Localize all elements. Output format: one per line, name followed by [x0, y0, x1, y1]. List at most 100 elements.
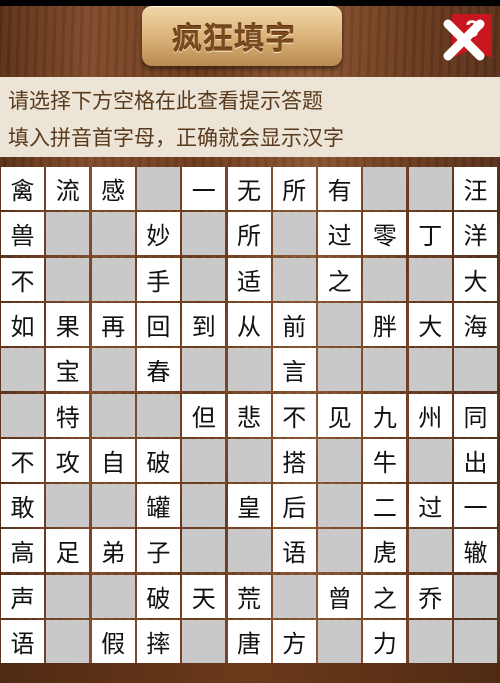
grid-cell-letter: 假	[91, 620, 135, 663]
grid-cell-letter: 过	[408, 484, 452, 528]
grid-cell-letter: 摔	[136, 620, 180, 663]
grid-cell-blank[interactable]	[408, 438, 452, 482]
grid-cell-blank[interactable]	[272, 574, 316, 618]
grid-cell-blank[interactable]	[408, 257, 452, 301]
grid-cell-letter: 丁	[408, 212, 452, 256]
grid-cell-blank[interactable]	[272, 212, 316, 256]
grid-cell-blank[interactable]	[91, 348, 135, 392]
grid-cell-letter: 二	[363, 484, 407, 528]
grid-cell-letter: 但	[182, 393, 226, 437]
grid-cell-letter: 特	[46, 393, 90, 437]
grid-cell-blank[interactable]	[91, 484, 135, 528]
bottom-wood-strip	[0, 663, 500, 683]
grid-cell-blank[interactable]	[91, 393, 135, 437]
grid-cell-letter: 前	[272, 302, 316, 346]
grid-cell-blank[interactable]	[454, 574, 497, 618]
grid-cell-blank[interactable]	[46, 257, 90, 301]
close-x-icon	[443, 19, 485, 61]
grid-cell-letter: 感	[91, 167, 135, 210]
grid-cell-letter: 胖	[363, 302, 407, 346]
grid-cell-letter: 如	[1, 302, 44, 346]
grid-cell-blank[interactable]	[227, 529, 271, 573]
grid-cell-blank[interactable]	[408, 529, 452, 573]
grid-cell-blank[interactable]	[91, 574, 135, 618]
grid-cell-blank[interactable]	[408, 620, 452, 663]
grid-cell-letter: 破	[136, 574, 180, 618]
grid-cell-blank[interactable]	[408, 167, 452, 210]
grid-cell-letter: 果	[46, 302, 90, 346]
grid-cell-blank[interactable]	[182, 438, 226, 482]
grid-cell-blank[interactable]	[182, 529, 226, 573]
grid-cell-letter: 洋	[454, 212, 497, 256]
grid-cell-letter: 虎	[363, 529, 407, 573]
grid-cell-letter: 唐	[227, 620, 271, 663]
grid-cell-letter: 春	[136, 348, 180, 392]
grid-cell-blank[interactable]	[182, 620, 226, 663]
grid-cell-blank[interactable]	[46, 574, 90, 618]
grid-cell-blank[interactable]	[363, 167, 407, 210]
grid-cell-blank[interactable]	[318, 529, 362, 573]
grid-cell-letter: 子	[136, 529, 180, 573]
grid-cell-blank[interactable]	[363, 348, 407, 392]
grid-cell-blank[interactable]	[318, 348, 362, 392]
grid-cell-letter: 乔	[408, 574, 452, 618]
grid-cell-letter: 敢	[1, 484, 44, 528]
hint-line-1: 请选择下方空格在此查看提示答题	[8, 89, 323, 113]
grid-cell-letter: 大	[454, 257, 497, 301]
grid-cell-letter: 破	[136, 438, 180, 482]
grid-cell-letter: 大	[408, 302, 452, 346]
grid-cell-blank[interactable]	[182, 257, 226, 301]
grid-cell-blank[interactable]	[272, 257, 316, 301]
grid-cell-blank[interactable]	[46, 620, 90, 663]
grid-cell-blank[interactable]	[318, 484, 362, 528]
grid-cell-letter: 荒	[227, 574, 271, 618]
grid-cell-letter: 罐	[136, 484, 180, 528]
grid-cell-letter: 回	[136, 302, 180, 346]
grid-cell-blank[interactable]	[1, 348, 44, 392]
grid-cell-letter: 九	[363, 393, 407, 437]
grid-cell-blank[interactable]	[91, 212, 135, 256]
grid-cell-blank[interactable]	[454, 348, 497, 392]
grid-cell-letter: 手	[136, 257, 180, 301]
close-button[interactable]	[438, 14, 490, 66]
grid-cell-blank[interactable]	[318, 438, 362, 482]
grid-cell-letter: 禽	[1, 167, 44, 210]
grid-cell-blank[interactable]	[454, 620, 497, 663]
grid-cell-letter: 语	[1, 620, 44, 663]
grid-cell-letter: 曾	[318, 574, 362, 618]
grid-cell-blank[interactable]	[136, 167, 180, 210]
grid-cell-letter: 流	[46, 167, 90, 210]
grid-cell-letter: 一	[182, 167, 226, 210]
grid-cell-blank[interactable]	[227, 348, 271, 392]
grid-cell-letter: 弟	[91, 529, 135, 573]
grid-cell-blank[interactable]	[46, 484, 90, 528]
grid-cell-blank[interactable]	[136, 393, 180, 437]
grid-cell-blank[interactable]	[408, 348, 452, 392]
grid-cell-letter: 州	[408, 393, 452, 437]
grid-cell-letter: 言	[272, 348, 316, 392]
grid-cell-letter: 零	[363, 212, 407, 256]
grid-cell-letter: 出	[454, 438, 497, 482]
grid-cell-blank[interactable]	[363, 257, 407, 301]
grid-cell-blank[interactable]	[182, 348, 226, 392]
grid-cell-letter: 见	[318, 393, 362, 437]
grid-cell-letter: 攻	[46, 438, 90, 482]
grid-cell-letter: 海	[454, 302, 497, 346]
grid-cell-blank[interactable]	[318, 620, 362, 663]
grid-cell-letter: 力	[363, 620, 407, 663]
grid-cell-blank[interactable]	[318, 302, 362, 346]
grid-cell-blank[interactable]	[182, 484, 226, 528]
grid-cell-blank[interactable]	[91, 257, 135, 301]
grid-cell-letter: 不	[272, 393, 316, 437]
grid-cell-letter: 一	[454, 484, 497, 528]
grid-cell-letter: 到	[182, 302, 226, 346]
grid-cell-blank[interactable]	[227, 438, 271, 482]
game-title: 疯狂填字	[172, 22, 296, 57]
grid-cell-letter: 声	[1, 574, 44, 618]
grid-cell-blank[interactable]	[1, 393, 44, 437]
grid-cell-letter: 搭	[272, 438, 316, 482]
grid-cell-letter: 皇	[227, 484, 271, 528]
grid-cell-blank[interactable]	[182, 212, 226, 256]
grid-cell-letter: 过	[318, 212, 362, 256]
grid-cell-blank[interactable]	[46, 212, 90, 256]
